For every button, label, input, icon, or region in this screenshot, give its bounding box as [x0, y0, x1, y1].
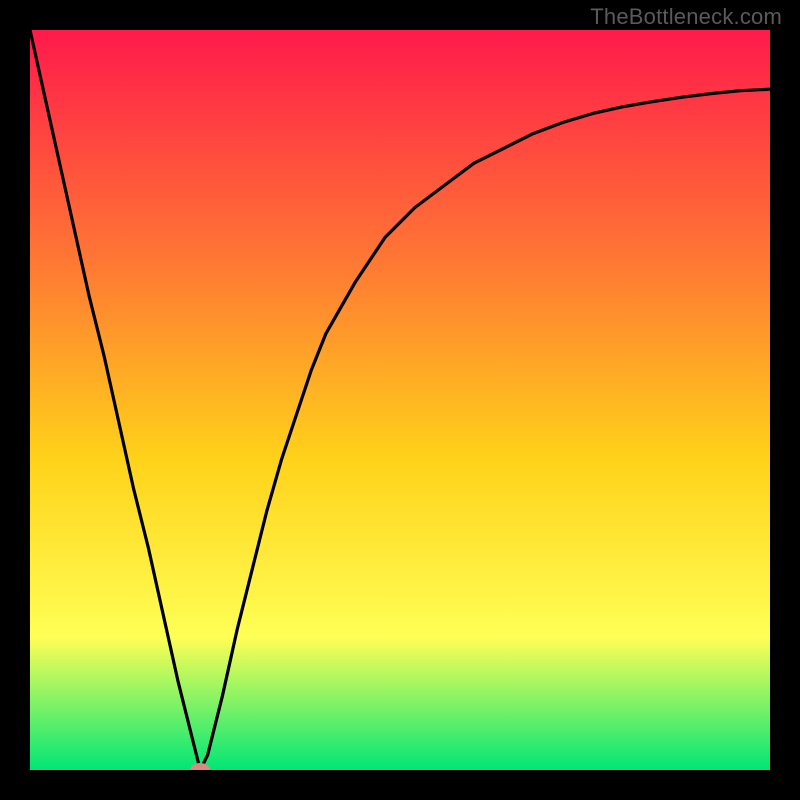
plot-area — [30, 30, 770, 770]
watermark-text: TheBottleneck.com — [590, 4, 782, 30]
gradient-background — [30, 30, 770, 770]
chart-svg — [30, 30, 770, 770]
chart-container: { "watermark": "TheBottleneck.com", "cha… — [0, 0, 800, 800]
